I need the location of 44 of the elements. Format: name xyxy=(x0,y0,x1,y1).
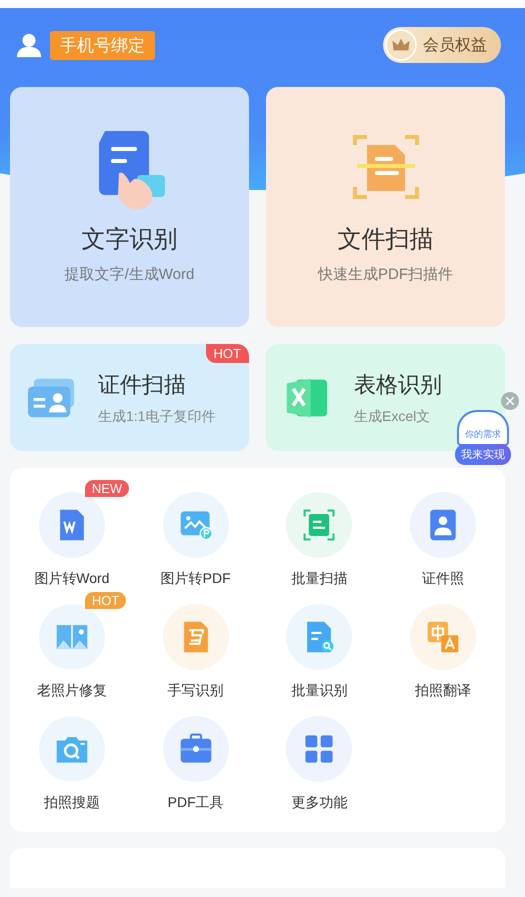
scan-document-icon xyxy=(302,508,336,542)
tool-item[interactable]: 批量扫描 xyxy=(258,478,382,588)
tool-item[interactable]: 更多功能 xyxy=(258,702,382,812)
card-title: 证件扫描 xyxy=(98,370,187,398)
card-title: 表格识别 xyxy=(354,370,442,398)
tool-label: 批量扫描 xyxy=(291,570,348,588)
tool-item[interactable]: 手写识别 xyxy=(134,590,258,700)
tool-item[interactable]: HOT 老照片修复 xyxy=(10,590,134,700)
tool-label: 图片转PDF xyxy=(160,570,231,588)
crown-icon xyxy=(385,29,417,61)
tool-label: PDF工具 xyxy=(168,794,224,812)
feature-card[interactable]: 文字识别 提取文字/生成Word xyxy=(10,87,249,327)
tool-label: 拍照搜题 xyxy=(44,794,100,812)
user-icon[interactable] xyxy=(16,32,42,58)
tool-label: 更多功能 xyxy=(291,794,348,812)
close-button[interactable] xyxy=(501,392,519,410)
tool-label: 证件照 xyxy=(422,570,464,588)
tool-label: 老照片修复 xyxy=(36,682,107,700)
tool-item[interactable]: 批量识别 xyxy=(258,590,382,700)
tool-label: 图片转Word xyxy=(34,570,110,588)
tool-item[interactable]: 拍照翻译 xyxy=(381,590,505,700)
card-subtitle: 快速生成PDF扫描件 xyxy=(318,265,453,284)
tool-label: 批量识别 xyxy=(291,682,348,700)
request-button[interactable]: 我来实现 xyxy=(455,444,511,465)
hot-badge: HOT xyxy=(206,344,249,363)
tool-item[interactable]: 证件照 xyxy=(381,478,505,588)
feature-card[interactable]: HOT 证件扫描 生成1:1电子复印件 xyxy=(10,344,249,451)
tool-label: 拍照翻译 xyxy=(415,682,472,700)
card-subtitle: 生成Excel文 xyxy=(354,408,432,426)
card-title: 文字识别 xyxy=(82,225,178,255)
tool-item[interactable]: 拍照搜题 xyxy=(10,702,134,812)
tool-label: 手写识别 xyxy=(168,682,224,700)
tool-item[interactable]: PDF工具 xyxy=(134,702,258,812)
tag-badge: HOT xyxy=(84,592,126,609)
card-title: 文件扫描 xyxy=(338,225,434,255)
card-subtitle: 生成1:1电子复印件 xyxy=(98,408,216,426)
tool-item[interactable]: 图片转PDF xyxy=(134,478,258,588)
tag-badge: NEW xyxy=(84,480,130,497)
vip-benefits-button[interactable]: 会员权益 xyxy=(383,27,501,63)
feature-card[interactable]: 文件扫描 快速生成PDF扫描件 xyxy=(266,87,505,327)
tool-item[interactable]: NEW 图片转Word xyxy=(10,478,134,588)
close-icon xyxy=(504,395,516,407)
card-subtitle: 提取文字/生成Word xyxy=(64,265,194,284)
translate-icon xyxy=(426,620,460,654)
